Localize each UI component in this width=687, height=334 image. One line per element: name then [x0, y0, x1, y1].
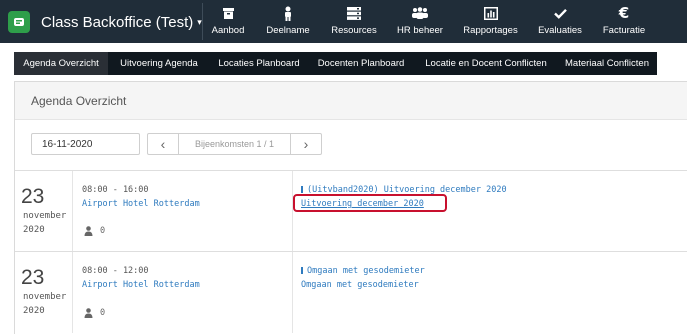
- nav-item-rapportages[interactable]: Rapportages: [463, 3, 518, 41]
- nav-label: Facturatie: [602, 25, 646, 36]
- column-divider: [292, 171, 293, 251]
- box-icon: [207, 3, 249, 23]
- nav-item-aanbod[interactable]: Aanbod: [207, 3, 249, 41]
- tab-locatie-docent-conflicten[interactable]: Locatie en Docent Conflicten: [418, 52, 554, 75]
- tab-docenten-planboard[interactable]: Docenten Planboard: [313, 52, 409, 75]
- checkmark-icon: [537, 3, 583, 23]
- nav-label: HR beheer: [397, 25, 443, 36]
- users-icon: [395, 3, 445, 23]
- person-icon: [84, 226, 93, 236]
- bar-chart-icon: [463, 3, 518, 23]
- month-label: november: [23, 292, 67, 302]
- day-number: 23: [21, 185, 45, 208]
- brand[interactable]: Class Backoffice (Test) ▾: [8, 9, 202, 35]
- meeting-pager: ‹ Bijeenkomsten 1 / 1 ›: [147, 133, 322, 155]
- participant-count-value: 0: [100, 226, 106, 236]
- time-range: 08:00 - 16:00: [82, 185, 149, 195]
- year-label: 2020: [23, 306, 45, 316]
- app-logo-icon: [8, 11, 30, 33]
- nav-item-evaluaties[interactable]: Evaluaties: [537, 3, 583, 41]
- nav-item-deelname[interactable]: Deelname: [264, 3, 312, 41]
- tab-agenda-overzicht[interactable]: Agenda Overzicht: [14, 52, 108, 75]
- sub-navbar: Agenda Overzicht Uitvoering Agenda Locat…: [14, 52, 657, 75]
- nav-item-facturatie[interactable]: € Facturatie: [600, 3, 648, 41]
- chevron-right-icon: ›: [303, 136, 309, 152]
- column-divider: [292, 252, 293, 333]
- bar-marker-icon: [301, 267, 303, 274]
- server-icon: [330, 3, 378, 23]
- nav-label: Resources: [331, 25, 377, 36]
- course-link[interactable]: Omgaan met gesodemieter: [301, 266, 425, 276]
- app-title: Class Backoffice (Test): [41, 13, 194, 31]
- nav-item-resources[interactable]: Resources: [330, 3, 378, 41]
- bar-marker-icon: [301, 186, 303, 193]
- column-divider: [72, 171, 73, 251]
- column-divider: [72, 252, 73, 333]
- tab-materiaal-conflicten[interactable]: Materiaal Conflicten: [561, 52, 653, 75]
- nav-label: Aanbod: [211, 25, 245, 36]
- month-label: november: [23, 211, 67, 221]
- date-input[interactable]: 16-11-2020: [31, 133, 140, 155]
- euro-icon: €: [618, 4, 630, 22]
- participant-count: 0: [84, 308, 105, 318]
- participant-count-value: 0: [100, 308, 106, 318]
- row-divider: [15, 251, 687, 252]
- execution-link[interactable]: Omgaan met gesodemieter: [301, 280, 419, 290]
- page-title: Agenda Overzicht: [31, 94, 127, 108]
- top-navbar: Class Backoffice (Test) ▾ Aanbod Deelnam…: [0, 0, 687, 43]
- nav-label: Rapportages: [463, 25, 518, 36]
- location-link[interactable]: Airport Hotel Rotterdam: [82, 199, 200, 209]
- highlight-box: [293, 194, 447, 212]
- row-divider: [15, 170, 687, 171]
- tab-uitvoering-agenda[interactable]: Uitvoering Agenda: [114, 52, 204, 75]
- tab-locaties-planboard[interactable]: Locaties Planboard: [213, 52, 305, 75]
- nav-label: Evaluaties: [538, 25, 582, 36]
- year-label: 2020: [23, 225, 45, 235]
- chevron-left-icon: ‹: [160, 136, 166, 152]
- panel-header: Agenda Overzicht: [15, 82, 687, 120]
- person-icon: [84, 308, 93, 318]
- nav-label: Deelname: [266, 25, 310, 36]
- divider: [202, 3, 203, 40]
- pager-label: Bijeenkomsten 1 / 1: [178, 134, 291, 154]
- location-link[interactable]: Airport Hotel Rotterdam: [82, 280, 200, 290]
- course-label: Omgaan met gesodemieter: [307, 266, 425, 276]
- next-page-button[interactable]: ›: [291, 134, 321, 154]
- person-icon: [264, 3, 312, 23]
- prev-page-button[interactable]: ‹: [148, 134, 178, 154]
- day-number: 23: [21, 266, 45, 289]
- nav-item-hr-beheer[interactable]: HR beheer: [395, 3, 445, 41]
- time-range: 08:00 - 12:00: [82, 266, 149, 276]
- participant-count: 0: [84, 226, 105, 236]
